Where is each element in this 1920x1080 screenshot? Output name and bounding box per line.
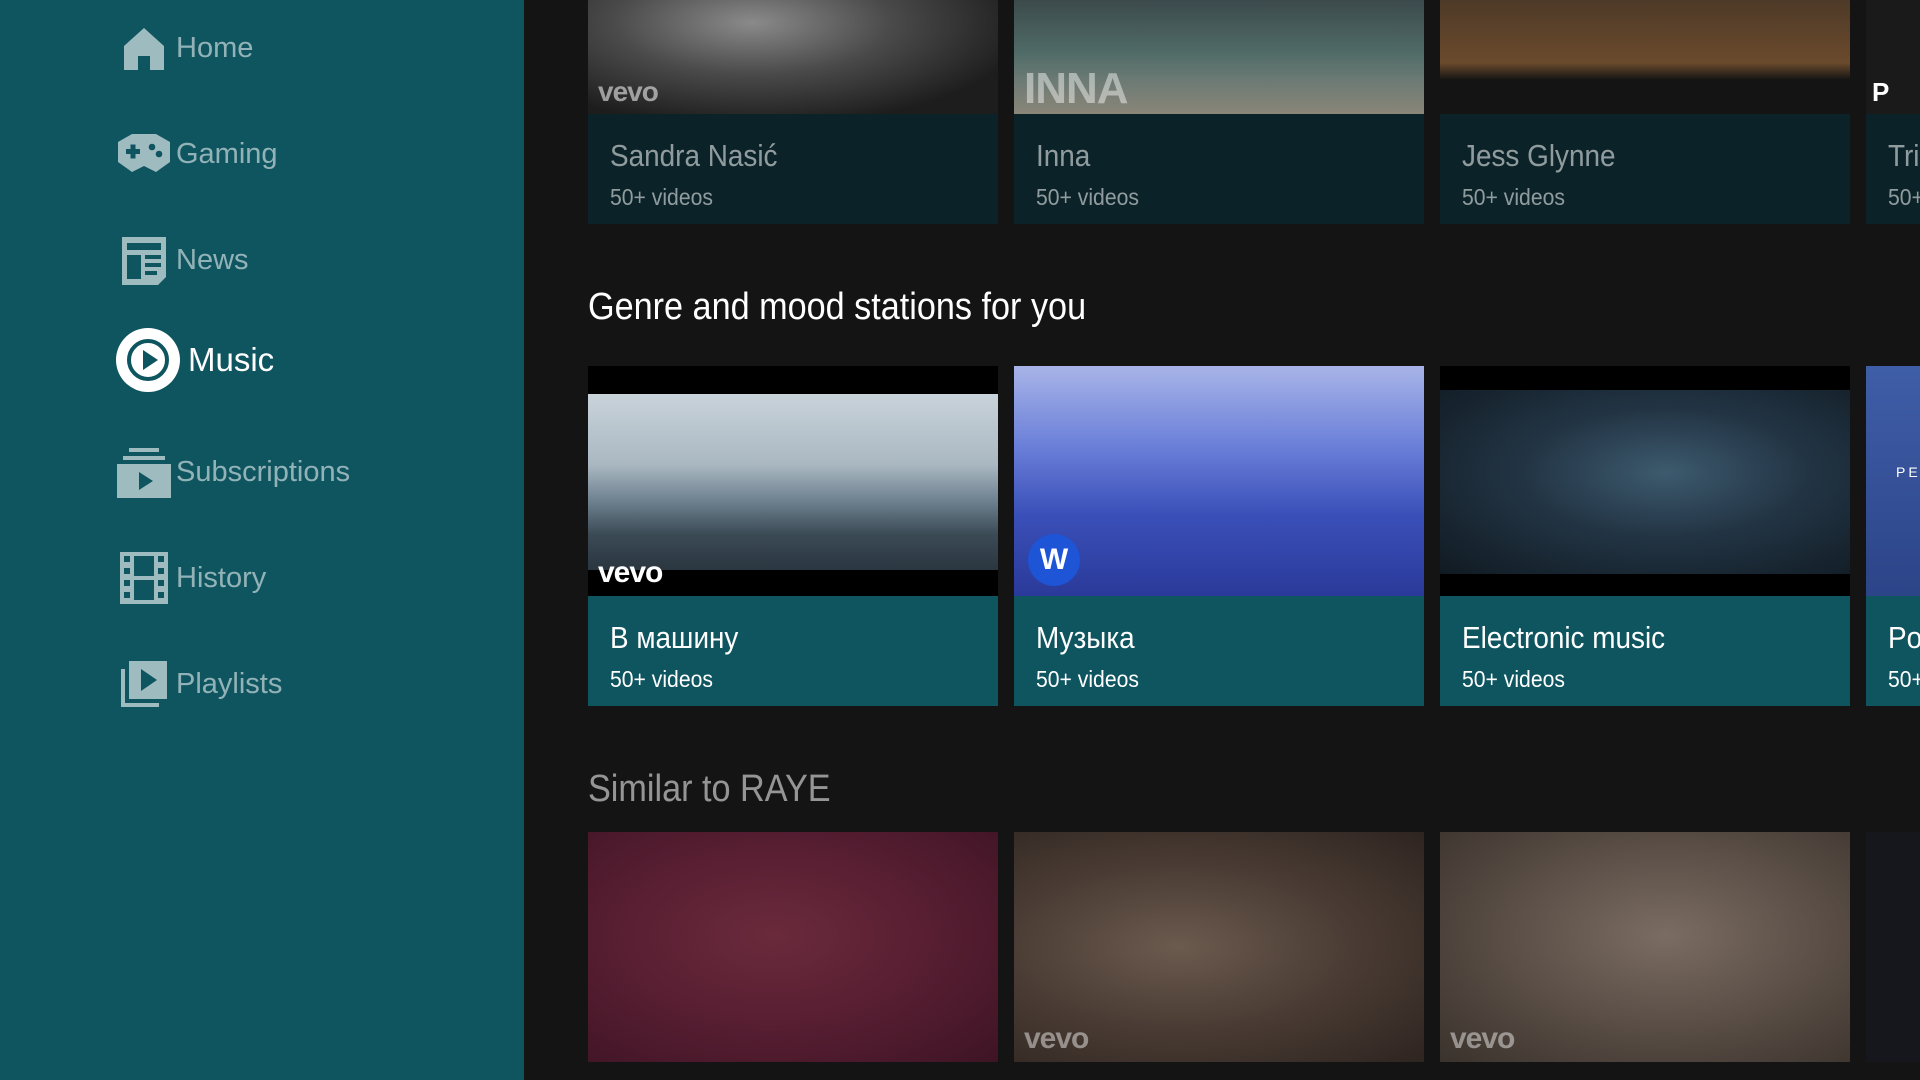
card-title: Sandra Nasić: [610, 138, 778, 173]
home-icon: [116, 20, 172, 76]
sidebar-item-label: History: [176, 561, 267, 594]
card-title: Inna: [1036, 138, 1091, 173]
sidebar-item-label: Gaming: [176, 137, 278, 170]
warner-music-logo: W: [1028, 534, 1080, 586]
sidebar-item-label: Music: [188, 341, 275, 378]
card-subtitle: 50+: [1888, 666, 1920, 692]
inna-logo: INNA: [1024, 64, 1129, 113]
card-subtitle: 50+ videos: [1036, 184, 1139, 210]
playlist-icon: [116, 656, 172, 712]
card-subtitle: 50+ videos: [1462, 666, 1565, 692]
card-info: Sandra Nasić 50+ videos: [588, 114, 998, 224]
film-strip-icon: [116, 550, 172, 606]
card-thumbnail: INNA: [1014, 0, 1424, 114]
card-subtitle: 50+ videos: [1462, 184, 1565, 210]
sidebar-item-home[interactable]: Home: [116, 18, 253, 78]
sidebar-item-label: News: [176, 243, 249, 276]
card-thumbnail: vevo: [588, 366, 998, 596]
music-video-image: [1440, 390, 1850, 574]
card-info: Electronic music 50+ videos: [1440, 596, 1850, 706]
artist-card[interactable]: P Tri 50+: [1866, 0, 1920, 224]
main-content: vevo Sandra Nasić 50+ videos INNA Inna 5…: [524, 0, 1920, 1080]
card-thumbnail: [1440, 366, 1850, 596]
video-card[interactable]: [1866, 832, 1920, 1062]
sidebar-item-music[interactable]: Music: [116, 328, 275, 392]
artist-card[interactable]: INNA Inna 50+ videos: [1014, 0, 1424, 224]
sidebar-item-subscriptions[interactable]: Subscriptions: [116, 442, 350, 502]
card-thumbnail: [1440, 0, 1850, 114]
card-thumbnail: P: [1866, 0, 1920, 114]
sidebar-item-label: Playlists: [176, 667, 283, 700]
card-info: Inna 50+ videos: [1014, 114, 1424, 224]
sidebar-item-label: Subscriptions: [176, 455, 351, 488]
card-info: Po 50+: [1866, 596, 1920, 706]
card-subtitle: 50+: [1888, 184, 1920, 210]
card-title: Po: [1888, 620, 1920, 655]
card-thumbnail: vevo: [588, 0, 998, 114]
station-card[interactable]: W Музыка 50+ videos: [1014, 366, 1424, 706]
video-card[interactable]: vevo: [1014, 832, 1424, 1062]
card-subtitle: 50+ videos: [610, 184, 713, 210]
card-title: Electronic music: [1462, 620, 1666, 655]
card-thumbnail: W: [1014, 366, 1424, 596]
card-title: Jess Glynne: [1462, 138, 1616, 173]
card-thumbnail: vevo: [1014, 832, 1424, 1062]
card-info: Jess Glynne 50+ videos: [1440, 114, 1850, 224]
video-card[interactable]: [588, 832, 998, 1062]
card-info: В машину 50+ videos: [588, 596, 998, 706]
card-title: Музыка: [1036, 620, 1135, 655]
card-thumbnail: vevo: [1440, 832, 1850, 1062]
card-info: Музыка 50+ videos: [1014, 596, 1424, 706]
artist-card[interactable]: Jess Glynne 50+ videos: [1440, 0, 1850, 224]
vevo-logo: vevo: [1450, 1022, 1515, 1055]
artist-card[interactable]: vevo Sandra Nasić 50+ videos: [588, 0, 998, 224]
station-card[interactable]: vevo В машину 50+ videos: [588, 366, 998, 706]
thumbnail-text: PE: [1896, 464, 1920, 480]
newspaper-icon: [116, 232, 172, 288]
vevo-logo: vevo: [598, 76, 659, 107]
section-title-genre: Genre and mood stations for you: [588, 286, 1087, 328]
gamepad-icon: [116, 126, 172, 182]
station-card[interactable]: Electronic music 50+ videos: [1440, 366, 1850, 706]
card-thumbnail: [588, 832, 998, 1062]
sidebar-item-news[interactable]: News: [116, 230, 249, 290]
sidebar-item-history[interactable]: History: [116, 548, 266, 608]
channel-badge: P: [1872, 77, 1890, 107]
sidebar-item-gaming[interactable]: Gaming: [116, 124, 278, 184]
subscriptions-icon: [116, 444, 172, 500]
card-subtitle: 50+ videos: [610, 666, 713, 692]
card-title: Tri: [1888, 138, 1920, 173]
card-thumbnail: PE: [1866, 366, 1920, 596]
section-title-similar: Similar to RAYE: [588, 768, 831, 810]
vevo-logo: vevo: [598, 556, 663, 589]
video-card[interactable]: vevo: [1440, 832, 1850, 1062]
vevo-logo: vevo: [1024, 1022, 1089, 1055]
card-title: В машину: [610, 620, 739, 655]
sidebar: Home Gaming News Music Subscriptions His…: [0, 0, 524, 1080]
music-play-icon: [116, 328, 180, 392]
card-info: Tri 50+: [1866, 114, 1920, 224]
sidebar-item-label: Home: [176, 31, 254, 64]
station-card[interactable]: PE Po 50+: [1866, 366, 1920, 706]
card-subtitle: 50+ videos: [1036, 666, 1139, 692]
mountain-image: [588, 394, 998, 570]
sidebar-item-playlists[interactable]: Playlists: [116, 654, 282, 714]
card-thumbnail: [1866, 832, 1920, 1062]
